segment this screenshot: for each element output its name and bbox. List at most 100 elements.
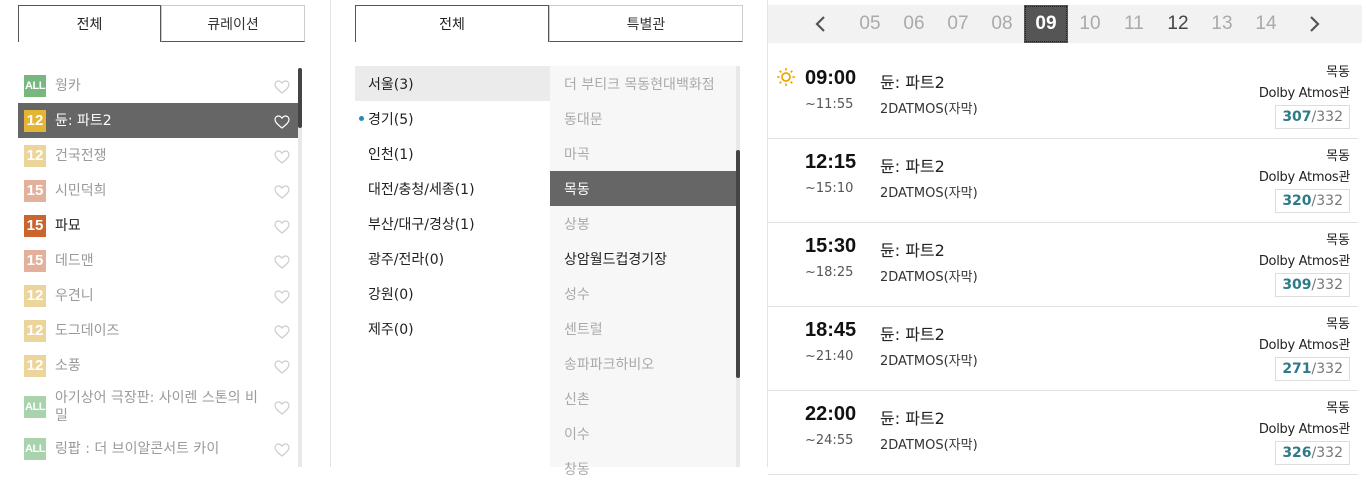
chevron-left-icon[interactable] bbox=[812, 15, 830, 33]
region-label: 강원(0) bbox=[368, 286, 414, 303]
movie-item[interactable]: 12 듄: 파트2 bbox=[18, 103, 300, 138]
theater-item[interactable]: 상봉 bbox=[550, 206, 736, 241]
movie-item[interactable]: 12 우견니 bbox=[18, 278, 300, 313]
heart-icon[interactable] bbox=[274, 324, 290, 339]
movie-item[interactable]: ALL 아기상어 극장판: 사이렌 스톤의 비밀 bbox=[18, 383, 300, 431]
theater-item[interactable]: 상암월드컵경기장 bbox=[550, 241, 736, 276]
region-item[interactable]: 서울(3) bbox=[355, 66, 550, 101]
movie-title: 웡카 bbox=[55, 77, 81, 94]
showtime-movie-title: 듄: 파트2 bbox=[880, 409, 945, 428]
start-time: 18:45 bbox=[805, 319, 857, 341]
showtime-row[interactable]: 22:00 ~24:55 듄: 파트2 2DATMOS(자막) 목동 Dolby Atmo… bbox=[768, 391, 1358, 475]
movie-item[interactable]: 15 데드맨 bbox=[18, 243, 300, 278]
region-item[interactable]: 광주/전라(0) bbox=[355, 241, 550, 276]
heart-icon[interactable] bbox=[274, 149, 290, 164]
movie-title: 도그데이즈 bbox=[55, 322, 120, 339]
heart-icon[interactable] bbox=[274, 400, 290, 415]
theater-scrollbar-thumb[interactable] bbox=[736, 150, 740, 378]
date-item[interactable]: 10 bbox=[1068, 5, 1112, 43]
date-item[interactable]: 05 bbox=[848, 5, 892, 43]
movie-item[interactable]: ALL 웡카 bbox=[18, 68, 300, 103]
age-rating-badge: 12 bbox=[24, 109, 46, 132]
theater-name: 목동 bbox=[1326, 65, 1350, 80]
region-item[interactable]: 대전/충청/세종(1) bbox=[355, 171, 550, 206]
movie-item[interactable]: 15 파묘 bbox=[18, 208, 300, 243]
theater-item[interactable]: 송파파크하비오 bbox=[550, 346, 736, 381]
age-rating-badge: 12 bbox=[24, 319, 46, 342]
theater-item[interactable]: 목동 bbox=[550, 171, 736, 206]
date-item[interactable]: 08 bbox=[980, 5, 1024, 43]
region-item[interactable]: 부산/대구/경상(1) bbox=[355, 206, 550, 241]
theater-item[interactable]: 더 부티크 목동현대백화점 bbox=[550, 66, 736, 101]
total-seats: /332 bbox=[1311, 277, 1343, 293]
region-item[interactable]: 제주(0) bbox=[355, 311, 550, 346]
showtime-row[interactable]: 09:00 ~11:55 듄: 파트2 2DATMOS(자막) 목동 Dolby Atmo… bbox=[768, 55, 1358, 139]
hall-name: Dolby Atmos관 bbox=[1258, 338, 1350, 353]
region-label: 서울(3) bbox=[368, 76, 414, 93]
region-item[interactable]: 인천(1) bbox=[355, 136, 550, 171]
showtime-row[interactable]: 15:30 ~18:25 듄: 파트2 2DATMOS(자막) 목동 Dolby Atmo… bbox=[768, 223, 1358, 307]
start-time: 12:15 bbox=[805, 151, 857, 173]
seat-count-badge: 320/332 bbox=[1275, 189, 1350, 213]
region-label: 경기(5) bbox=[368, 111, 414, 128]
tab-all-theaters[interactable]: 전체 bbox=[355, 5, 549, 42]
heart-icon[interactable] bbox=[274, 184, 290, 199]
date-item[interactable]: 11 bbox=[1112, 5, 1156, 43]
end-time: ~15:10 bbox=[805, 181, 854, 196]
showtime-row[interactable]: 12:15 ~15:10 듄: 파트2 2DATMOS(자막) 목동 Dolby Atmo… bbox=[768, 139, 1358, 223]
chevron-right-icon[interactable] bbox=[1305, 15, 1323, 33]
heart-icon[interactable] bbox=[274, 289, 290, 304]
date-item[interactable]: 09 bbox=[1024, 5, 1068, 43]
theater-item[interactable]: 동대문 bbox=[550, 101, 736, 136]
available-seats: 320 bbox=[1282, 193, 1312, 209]
theater-item[interactable]: 이수 bbox=[550, 416, 736, 451]
total-seats: /332 bbox=[1311, 361, 1343, 377]
movie-item[interactable]: 12 건국전쟁 bbox=[18, 138, 300, 173]
theater-item[interactable]: 센트럴 bbox=[550, 311, 736, 346]
movie-scrollbar-thumb[interactable] bbox=[298, 68, 302, 128]
region-item[interactable]: 경기(5) bbox=[355, 101, 550, 136]
hall-name: Dolby Atmos관 bbox=[1258, 170, 1350, 185]
movie-item[interactable]: 12 도그데이즈 bbox=[18, 313, 300, 348]
region-label: 제주(0) bbox=[368, 321, 414, 338]
date-item[interactable]: 14 bbox=[1244, 5, 1288, 43]
movie-item[interactable]: 12 소풍 bbox=[18, 348, 300, 383]
theater-item[interactable]: 성수 bbox=[550, 276, 736, 311]
date-item[interactable]: 12 bbox=[1156, 5, 1200, 43]
heart-icon[interactable] bbox=[274, 219, 290, 234]
start-time: 15:30 bbox=[805, 235, 857, 257]
heart-icon[interactable] bbox=[274, 254, 290, 269]
tab-special-halls[interactable]: 특별관 bbox=[549, 5, 743, 42]
movie-item[interactable]: 15 시민덕희 bbox=[18, 173, 300, 208]
tab-all-movies[interactable]: 전체 bbox=[18, 5, 161, 42]
showtime-movie-title: 듄: 파트2 bbox=[880, 325, 945, 344]
showtime-movie-title: 듄: 파트2 bbox=[880, 73, 945, 92]
theater-name: 목동 bbox=[1326, 149, 1350, 164]
seat-count-badge: 309/332 bbox=[1275, 273, 1350, 297]
showtime-row[interactable]: 18:45 ~21:40 듄: 파트2 2DATMOS(자막) 목동 Dolby Atmo… bbox=[768, 307, 1358, 391]
heart-icon[interactable] bbox=[274, 79, 290, 94]
date-item[interactable]: 06 bbox=[892, 5, 936, 43]
theater-item[interactable]: 신촌 bbox=[550, 381, 736, 416]
total-seats: /332 bbox=[1311, 445, 1343, 461]
theater-item[interactable]: 마곡 bbox=[550, 136, 736, 171]
age-rating-badge: 12 bbox=[24, 354, 46, 377]
date-item[interactable]: 13 bbox=[1200, 5, 1244, 43]
movie-title: 소풍 bbox=[55, 357, 81, 374]
movie-title: 듄: 파트2 bbox=[55, 112, 112, 129]
seat-count-badge: 307/332 bbox=[1275, 105, 1350, 129]
theater-tabs: 전체 특별관 bbox=[355, 5, 743, 42]
age-rating-badge: ALL bbox=[24, 437, 46, 460]
movie-panel: 전체 큐레이션 ALL 웡카 12 듄: 파트2 12 건국전쟁 15 시민덕희 15 파묘 15 데… bbox=[0, 0, 330, 467]
heart-icon[interactable] bbox=[274, 442, 290, 457]
tab-curation[interactable]: 큐레이션 bbox=[161, 5, 305, 42]
region-item[interactable]: 강원(0) bbox=[355, 276, 550, 311]
date-item[interactable]: 07 bbox=[936, 5, 980, 43]
heart-icon[interactable] bbox=[274, 359, 290, 374]
heart-icon[interactable] bbox=[274, 114, 290, 129]
available-seats: 326 bbox=[1282, 445, 1312, 461]
theater-item[interactable]: 창동 bbox=[550, 451, 736, 486]
hall-name: Dolby Atmos관 bbox=[1258, 254, 1350, 269]
seat-count-badge: 271/332 bbox=[1275, 357, 1350, 381]
movie-item[interactable]: ALL 링팝 : 더 브이알콘서트 카이 bbox=[18, 431, 300, 466]
